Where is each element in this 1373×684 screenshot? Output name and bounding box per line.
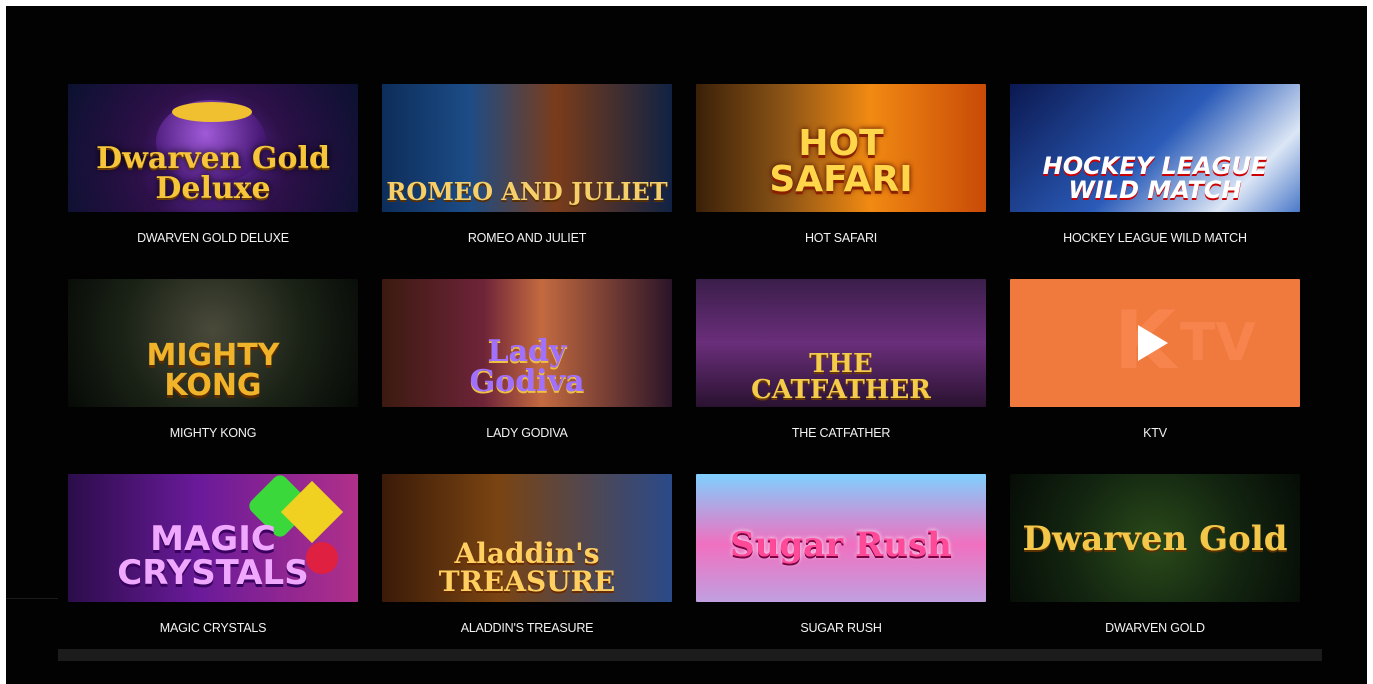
game-logo-text: THE CATFATHER: [751, 349, 931, 405]
game-title[interactable]: MAGIC CRYSTALS: [68, 621, 358, 635]
game-card-hot-safari[interactable]: HOT SAFARI HOT SAFARI: [696, 84, 986, 279]
game-thumbnail[interactable]: THE CATFATHER: [696, 279, 986, 407]
game-title[interactable]: HOCKEY LEAGUE WILD MATCH: [1010, 231, 1300, 245]
game-card-hockey-league-wild-match[interactable]: HOCKEY LEAGUE WILD MATCH HOCKEY LEAGUE W…: [1010, 84, 1300, 279]
game-title[interactable]: LADY GODIVA: [382, 426, 672, 440]
game-thumbnail[interactable]: ROMEO AND JULIET: [382, 84, 672, 212]
game-thumbnail[interactable]: MIGHTY KONG: [68, 279, 358, 407]
game-card-aladdins-treasure[interactable]: Aladdin's TREASURE ALADDIN'S TREASURE: [382, 474, 672, 669]
game-card-dwarven-gold-deluxe[interactable]: Dwarven Gold Deluxe DWARVEN GOLD DELUXE: [68, 84, 358, 279]
game-title[interactable]: SUGAR RUSH: [696, 621, 986, 635]
game-title[interactable]: DWARVEN GOLD: [1010, 621, 1300, 635]
game-card-sugar-rush[interactable]: Sugar Rush SUGAR RUSH: [696, 474, 986, 669]
game-thumbnail[interactable]: Aladdin's TREASURE: [382, 474, 672, 602]
game-logo-text: Sugar Rush: [730, 525, 952, 565]
game-title[interactable]: ALADDIN'S TREASURE: [382, 621, 672, 635]
game-card-mighty-kong[interactable]: MIGHTY KONG MIGHTY KONG: [68, 279, 358, 474]
game-card-magic-crystals[interactable]: MAGIC CRYSTALS MAGIC CRYSTALS: [68, 474, 358, 669]
game-title[interactable]: DWARVEN GOLD DELUXE: [68, 231, 358, 245]
ktv-logo-tv: TV: [1180, 313, 1256, 373]
game-card-ktv[interactable]: K TV KTV: [1010, 279, 1300, 474]
game-title[interactable]: THE CATFATHER: [696, 426, 986, 440]
game-logo-text: Dwarven Gold: [1022, 519, 1288, 559]
game-logo-text: MIGHTY KONG: [146, 338, 280, 403]
game-logo-text: HOT SAFARI: [769, 123, 913, 200]
game-logo-text: Lady Godiva: [469, 334, 585, 399]
gold-coins-icon: [172, 102, 252, 122]
game-grid: Dwarven Gold Deluxe DWARVEN GOLD DELUXE …: [68, 84, 1300, 669]
game-title[interactable]: ROMEO AND JULIET: [382, 231, 672, 245]
game-logo-text: Dwarven Gold Deluxe: [96, 141, 330, 206]
game-logo-text: MAGIC CRYSTALS: [117, 519, 309, 593]
game-thumbnail[interactable]: Lady Godiva: [382, 279, 672, 407]
play-icon[interactable]: [1138, 325, 1168, 361]
game-logo-text: Aladdin's TREASURE: [438, 537, 616, 598]
game-thumbnail[interactable]: MAGIC CRYSTALS: [68, 474, 358, 602]
horizontal-scrollbar[interactable]: [58, 649, 1322, 661]
game-logo-text: ROMEO AND JULIET: [386, 177, 668, 206]
game-thumbnail[interactable]: Dwarven Gold Deluxe: [68, 84, 358, 212]
game-card-the-catfather[interactable]: THE CATFATHER THE CATFATHER: [696, 279, 986, 474]
game-thumbnail[interactable]: Dwarven Gold: [1010, 474, 1300, 602]
game-card-dwarven-gold[interactable]: Dwarven Gold DWARVEN GOLD: [1010, 474, 1300, 669]
game-thumbnail[interactable]: HOT SAFARI: [696, 84, 986, 212]
game-card-lady-godiva[interactable]: Lady Godiva LADY GODIVA: [382, 279, 672, 474]
game-thumbnail[interactable]: K TV: [1010, 279, 1300, 407]
game-title[interactable]: KTV: [1010, 426, 1300, 440]
divider: [6, 598, 58, 599]
game-card-romeo-and-juliet[interactable]: ROMEO AND JULIET ROMEO AND JULIET: [382, 84, 672, 279]
game-gallery-panel: Dwarven Gold Deluxe DWARVEN GOLD DELUXE …: [6, 6, 1367, 684]
game-thumbnail[interactable]: HOCKEY LEAGUE WILD MATCH: [1010, 84, 1300, 212]
game-thumbnail[interactable]: Sugar Rush: [696, 474, 986, 602]
game-title[interactable]: MIGHTY KONG: [68, 426, 358, 440]
game-logo-text: HOCKEY LEAGUE WILD MATCH: [1042, 152, 1268, 204]
game-title[interactable]: HOT SAFARI: [696, 231, 986, 245]
